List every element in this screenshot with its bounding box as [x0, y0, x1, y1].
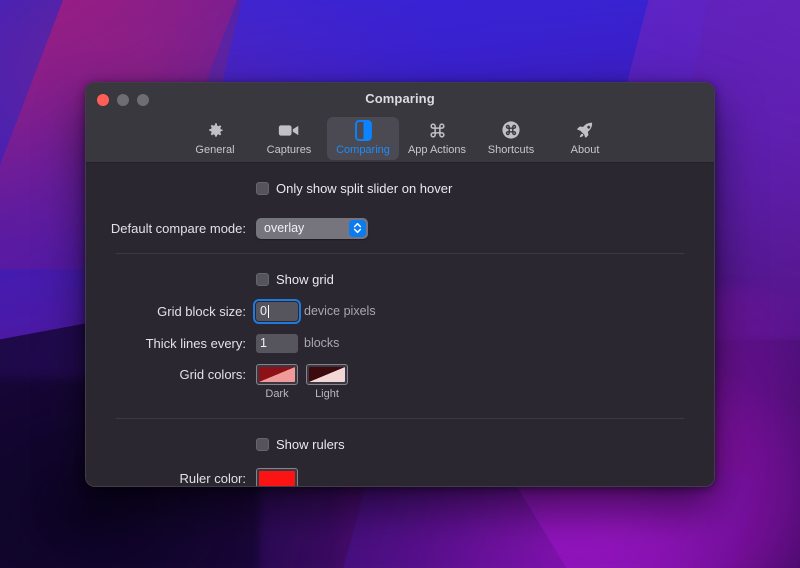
command-circle-icon	[501, 119, 521, 141]
row-compare-mode: Default compare mode: overlay	[86, 217, 714, 239]
window-titlebar: Comparing	[86, 83, 714, 117]
divider-rulers	[116, 418, 684, 419]
grid-color-caption-light: Light	[315, 388, 339, 400]
ruler-color-field	[256, 467, 298, 486]
row-ruler-color: Ruler color:	[86, 467, 714, 486]
label-grid-colors: Grid colors:	[179, 367, 246, 382]
gear-icon	[206, 119, 225, 141]
grid-color-well-dark[interactable]	[256, 364, 298, 385]
checkbox-label-show-grid: Show grid	[276, 271, 334, 287]
tab-general-label: General	[195, 144, 235, 156]
preferences-content: Only show split slider on hover Default …	[86, 163, 714, 486]
thick-lines-input[interactable]: 1	[256, 333, 298, 353]
grid-color-swatch-dark	[259, 367, 295, 382]
label-grid-block-size: Grid block size:	[157, 303, 246, 319]
divider-grid	[116, 253, 684, 254]
thick-lines-field: 1 blocks	[256, 333, 340, 353]
tab-captures[interactable]: Captures	[253, 117, 325, 160]
tab-about-label: About	[570, 144, 600, 156]
chevron-up-down-icon[interactable]	[349, 219, 366, 237]
checkbox-label-show-rulers: Show rulers	[276, 436, 345, 452]
tab-about[interactable]: About	[549, 117, 621, 160]
checkbox-label-split-slider: Only show split slider on hover	[276, 180, 453, 196]
compare-mode-value: overlay	[264, 221, 305, 235]
tab-captures-label: Captures	[266, 144, 312, 156]
label-compare-mode: Default compare mode:	[110, 220, 246, 236]
tab-shortcuts[interactable]: Shortcuts	[475, 117, 547, 160]
label-thick-lines: Thick lines every:	[145, 335, 246, 351]
tab-comparing[interactable]: Comparing	[327, 117, 399, 160]
row-thick-lines: Thick lines every: 1 blocks	[86, 332, 714, 354]
grid-block-size-field: 0 device pixels	[253, 298, 376, 324]
tab-general[interactable]: General	[179, 117, 251, 160]
rocket-icon	[575, 119, 595, 141]
grid-block-size-unit: device pixels	[304, 304, 376, 318]
checkbox-box-show-grid[interactable]	[256, 272, 269, 286]
ruler-color-swatch	[259, 470, 295, 486]
window-title: Comparing	[365, 91, 435, 106]
thick-lines-value: 1	[260, 336, 267, 350]
video-camera-icon	[278, 119, 300, 141]
tab-shortcuts-label: Shortcuts	[487, 144, 535, 156]
row-show-rulers: Show rulers	[86, 433, 714, 455]
text-caret	[267, 304, 269, 318]
command-key-icon	[428, 119, 447, 141]
checkbox-split-slider[interactable]: Only show split slider on hover	[256, 181, 452, 196]
preferences-window: Comparing General Captures Comparing App…	[85, 82, 715, 487]
grid-color-well-light-group: Light	[306, 364, 348, 400]
split-slider-field: Only show split slider on hover	[256, 181, 452, 196]
compare-mode-field: overlay	[256, 217, 368, 239]
thick-lines-unit: blocks	[304, 336, 340, 350]
row-show-grid: Show grid	[86, 268, 714, 290]
checkbox-show-grid[interactable]: Show grid	[256, 272, 334, 287]
ruler-color-well[interactable]	[256, 467, 298, 486]
grid-color-caption-dark: Dark	[265, 388, 289, 400]
preferences-toolbar: General Captures Comparing App Actions S…	[86, 117, 714, 163]
grid-colors-field: Dark Light	[256, 364, 348, 400]
compare-mode-dropdown[interactable]: overlay	[256, 217, 368, 239]
checkbox-show-rulers[interactable]: Show rulers	[256, 437, 345, 452]
grid-color-swatch-light	[309, 367, 345, 382]
checkbox-box-split-slider[interactable]	[256, 181, 269, 195]
tab-comparing-label: Comparing	[336, 144, 390, 156]
show-rulers-field: Show rulers	[256, 437, 345, 452]
tab-app-actions[interactable]: App Actions	[401, 117, 473, 160]
split-view-icon	[354, 119, 372, 141]
row-split-slider: Only show split slider on hover	[86, 177, 714, 199]
grid-color-well-dark-group: Dark	[256, 364, 298, 400]
grid-color-well-light[interactable]	[306, 364, 348, 385]
row-grid-colors: Grid colors: Dark Light	[86, 364, 714, 400]
grid-block-size-value: 0	[260, 304, 267, 318]
grid-color-wells: Dark Light	[256, 364, 348, 400]
row-grid-block-size: Grid block size: 0 device pixels	[86, 298, 714, 324]
grid-block-size-input[interactable]: 0	[253, 298, 301, 324]
label-ruler-color: Ruler color:	[179, 470, 246, 486]
checkbox-box-show-rulers[interactable]	[256, 437, 269, 451]
tab-app-actions-label: App Actions	[407, 144, 467, 156]
show-grid-field: Show grid	[256, 272, 334, 287]
